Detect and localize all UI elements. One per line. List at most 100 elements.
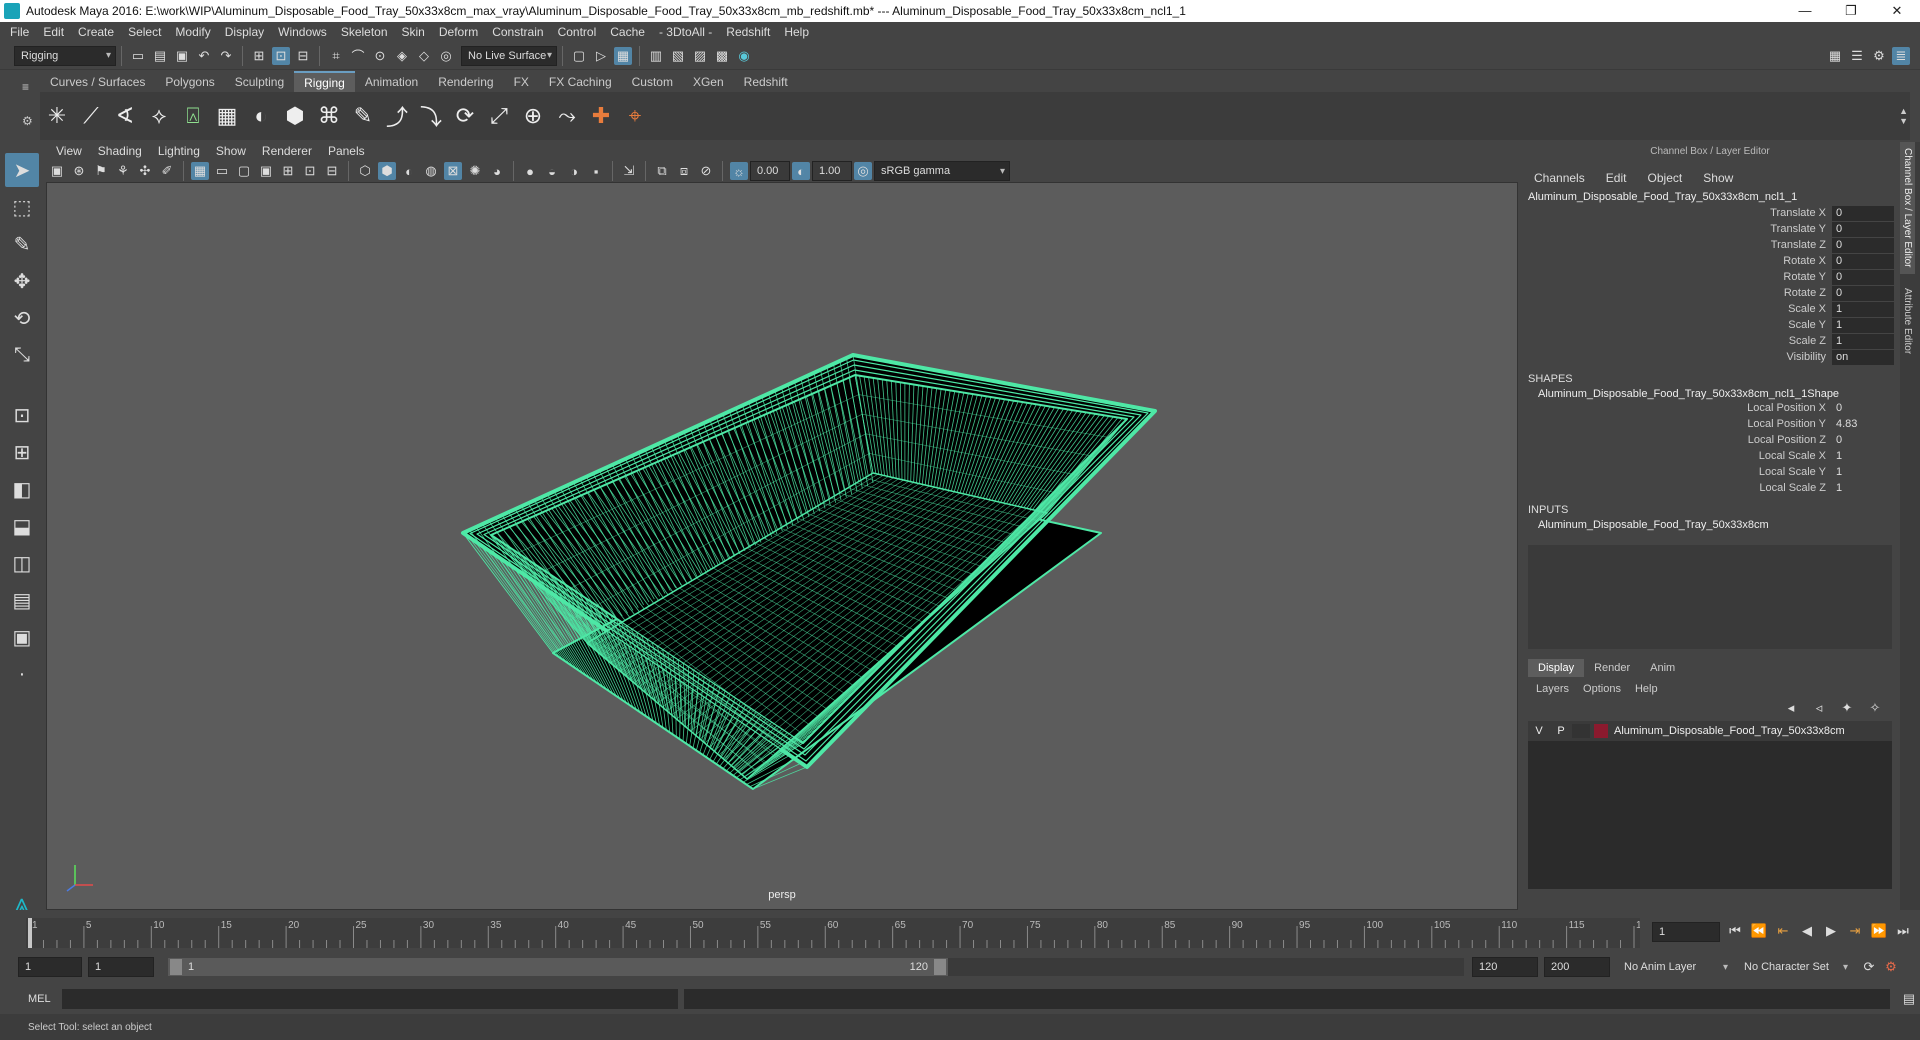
ik-spline-icon[interactable]: ⟡ <box>144 99 174 133</box>
select-hierarchy-icon[interactable]: ⊞ <box>250 47 268 65</box>
cb-menu-object[interactable]: Object <box>1648 171 1683 185</box>
shelf-scroll-up-icon[interactable]: ▲ <box>1899 106 1908 116</box>
snap-point-icon[interactable]: ⊙ <box>371 47 389 65</box>
xray-active-icon[interactable]: ⧈ <box>675 162 693 180</box>
shelf-tab-fx-caching[interactable]: FX Caching <box>539 72 622 92</box>
attribute-row[interactable]: Local Position Z0 <box>1520 432 1900 448</box>
attribute-row[interactable]: Local Scale X1 <box>1520 448 1900 464</box>
layer-menu-options[interactable]: Options <box>1583 683 1621 695</box>
step-back-frame-icon[interactable]: ⇤ <box>1774 922 1792 940</box>
single-perspective-layout-icon[interactable]: ⊡ <box>5 398 39 432</box>
insert-joint-icon[interactable]: ⟋ <box>76 99 106 133</box>
attribute-row[interactable]: Translate Y0 <box>1520 221 1900 237</box>
viewport-menu-show[interactable]: Show <box>216 144 246 158</box>
cb-menu-show[interactable]: Show <box>1703 171 1733 185</box>
cluster-icon[interactable]: ⌘ <box>314 99 344 133</box>
attribute-editor-toggle-icon[interactable]: ☰ <box>1848 47 1866 65</box>
command-language-label[interactable]: MEL <box>28 993 62 1005</box>
close-button[interactable]: ✕ <box>1874 3 1920 19</box>
scale-constraint-icon[interactable]: ⤢ <box>484 99 514 133</box>
menu-set-dropdown[interactable]: Rigging <box>14 45 116 66</box>
shelf-tab-animation[interactable]: Animation <box>355 72 428 92</box>
grid-toggle-icon[interactable]: ▦ <box>191 162 209 180</box>
four-view-layout-icon[interactable]: ⊞ <box>5 435 39 469</box>
camera-attributes-icon[interactable]: ⊛ <box>70 162 88 180</box>
shelf-tab-fx[interactable]: FX <box>504 72 539 92</box>
menu-modify[interactable]: Modify <box>175 25 210 39</box>
attribute-label[interactable]: Translate Y <box>1520 223 1832 235</box>
animation-end-field[interactable]: 200 <box>1544 957 1610 977</box>
anti-aliasing-icon[interactable]: ◑ <box>565 162 583 180</box>
attribute-label[interactable]: Scale Y <box>1520 319 1832 331</box>
attribute-label[interactable]: Translate Z <box>1520 239 1832 251</box>
attribute-label[interactable]: Local Scale Z <box>1520 482 1832 494</box>
output-ops-icon[interactable]: ▷ <box>592 47 610 65</box>
rotate-tool-icon[interactable]: ⟲ <box>5 301 39 335</box>
menu-create[interactable]: Create <box>78 25 114 39</box>
input-node-name[interactable]: Aluminum_Disposable_Food_Tray_50x33x8cm <box>1538 519 1900 531</box>
exposure-icon[interactable]: ☼ <box>730 162 748 180</box>
tool-settings-toggle-icon[interactable]: ⚙ <box>1870 47 1888 65</box>
ipr-render-icon[interactable]: ▨ <box>691 47 709 65</box>
live-surface-field[interactable]: No Live Surface <box>461 45 557 66</box>
attribute-row[interactable]: Translate Z0 <box>1520 237 1900 253</box>
attribute-label[interactable]: Rotate Z <box>1520 287 1832 299</box>
menu-3dtoall[interactable]: - 3DtoAll - <box>659 25 712 39</box>
attribute-row[interactable]: Scale X1 <box>1520 301 1900 317</box>
orient-constraint-icon[interactable]: ⟳ <box>450 99 480 133</box>
layer-tab-render[interactable]: Render <box>1584 659 1640 677</box>
attribute-row[interactable]: Rotate Y0 <box>1520 269 1900 285</box>
cb-menu-channels[interactable]: Channels <box>1534 171 1585 185</box>
attribute-row[interactable]: Visibility on <box>1520 349 1900 365</box>
animation-start-field[interactable]: 1 <box>18 957 82 977</box>
attribute-value[interactable]: 1 <box>1832 333 1894 349</box>
attribute-value[interactable]: 1 <box>1832 449 1894 464</box>
attribute-value[interactable]: 1 <box>1832 317 1894 333</box>
resolution-gate-icon[interactable]: ▢ <box>235 162 253 180</box>
character-set-dropdown[interactable]: No Character Set <box>1738 957 1852 977</box>
animation-preferences-icon[interactable]: ⚙ <box>1882 958 1900 976</box>
render-view-icon[interactable]: ▥ <box>647 47 665 65</box>
depth-of-field-icon[interactable]: ▪ <box>587 162 605 180</box>
layer-row[interactable]: V P Aluminum_Disposable_Food_Tray_50x33x… <box>1528 721 1892 741</box>
move-layer-down-icon[interactable]: ◃ <box>1810 699 1828 717</box>
menu-display[interactable]: Display <box>225 25 264 39</box>
cb-menu-edit[interactable]: Edit <box>1606 171 1627 185</box>
outliner-layout-icon[interactable]: ▣ <box>5 620 39 654</box>
safe-action-icon[interactable]: ⊡ <box>301 162 319 180</box>
textured-icon[interactable]: ◍ <box>422 162 440 180</box>
attribute-row[interactable]: Local Position X0 <box>1520 400 1900 416</box>
scale-tool-icon[interactable]: ⤡ <box>5 338 39 372</box>
redo-icon[interactable]: ↷ <box>217 47 235 65</box>
hypershade-icon[interactable]: ◉ <box>735 47 753 65</box>
attribute-label[interactable]: Local Position Y <box>1520 418 1832 430</box>
backface-culling-icon[interactable]: ⊘ <box>697 162 715 180</box>
new-layer-selected-icon[interactable]: ✦ <box>1838 699 1856 717</box>
attribute-row[interactable]: Rotate Z0 <box>1520 285 1900 301</box>
shelf-scroll-down-icon[interactable]: ▼ <box>1899 116 1908 126</box>
maximize-button[interactable]: ❐ <box>1828 3 1874 19</box>
viewport-menu-view[interactable]: View <box>56 144 82 158</box>
shelf-tab-redshift[interactable]: Redshift <box>734 72 798 92</box>
select-object-icon[interactable]: ⊡ <box>272 46 290 65</box>
persp-graph-layout-icon[interactable]: ⬓ <box>5 509 39 543</box>
shelf-tab-polygons[interactable]: Polygons <box>155 72 224 92</box>
gamma-field[interactable]: 1.00 <box>812 161 852 181</box>
snap-grid-icon[interactable]: ⌗ <box>327 47 345 65</box>
aim-constraint-icon[interactable]: ⊕ <box>518 99 548 133</box>
current-time-indicator[interactable] <box>28 918 32 948</box>
bookmark-icon[interactable]: ⚑ <box>92 162 110 180</box>
shelf-tab-sculpting[interactable]: Sculpting <box>225 72 294 92</box>
snap-curve-icon[interactable]: ⌒ <box>349 47 367 65</box>
attribute-row[interactable]: Translate X0 <box>1520 205 1900 221</box>
attribute-label[interactable]: Local Position Z <box>1520 434 1832 446</box>
step-forward-frame-icon[interactable]: ⇥ <box>1846 922 1864 940</box>
channel-box-edge-tab[interactable]: Channel Box / Layer Editor <box>1900 142 1915 274</box>
shape-node-name[interactable]: Aluminum_Disposable_Food_Tray_50x33x8cm_… <box>1538 388 1900 400</box>
attribute-value[interactable]: 0 <box>1832 237 1894 253</box>
attribute-label[interactable]: Translate X <box>1520 207 1832 219</box>
attribute-editor-edge-tab[interactable]: Attribute Editor <box>1900 282 1915 360</box>
range-end-handle[interactable] <box>934 959 946 975</box>
attribute-label[interactable]: Scale X <box>1520 303 1832 315</box>
select-camera-icon[interactable]: ▣ <box>48 162 66 180</box>
